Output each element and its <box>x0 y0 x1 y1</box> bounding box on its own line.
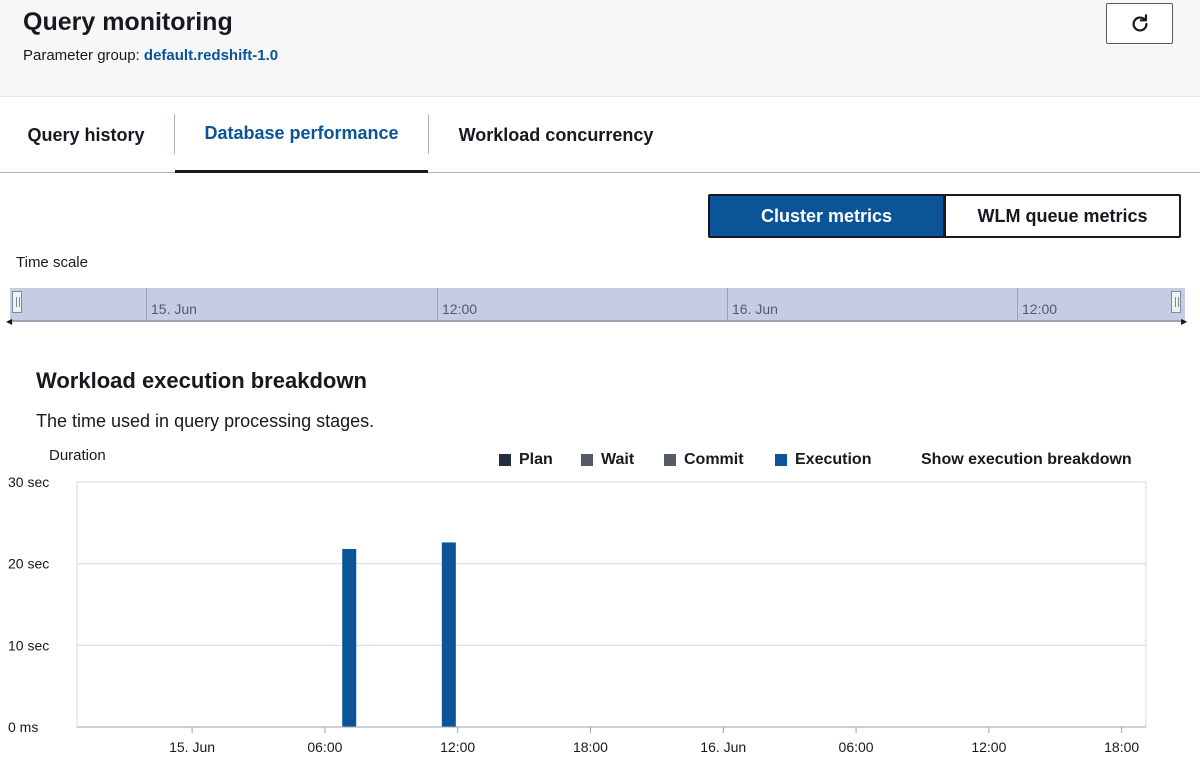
parameter-group: Parameter group: default.redshift-1.0 <box>23 47 278 64</box>
tab-separator <box>428 114 429 154</box>
legend-swatch <box>664 454 676 466</box>
tab-bar: Query history Database performance Workl… <box>0 97 1200 173</box>
legend-label: Wait <box>601 451 635 468</box>
navigator-gridline <box>1017 288 1018 320</box>
legend-label: Commit <box>684 451 744 468</box>
refresh-button[interactable] <box>1106 3 1173 44</box>
show-execution-breakdown-toggle[interactable]: Show execution breakdown <box>921 451 1132 469</box>
scroll-right-arrow-icon[interactable]: ▶ <box>1181 317 1187 326</box>
legend-swatch <box>499 454 511 466</box>
navigator-label: 12:00 <box>1022 301 1058 317</box>
navigator-left-handle[interactable] <box>12 291 22 313</box>
legend-label: Execution <box>795 451 872 468</box>
x-tick-label: 12:00 <box>971 739 1006 755</box>
tab-query-history[interactable]: Query history <box>0 97 172 173</box>
y-axis-title: Duration <box>49 447 106 464</box>
section-description: The time used in query processing stages… <box>36 411 375 431</box>
plot-frame <box>76 481 1147 728</box>
x-tick-label: 06:00 <box>839 739 874 755</box>
legend-item-commit[interactable]: Commit <box>664 451 744 469</box>
navigator-label: 12:00 <box>442 301 478 317</box>
legend-swatch <box>581 454 593 466</box>
y-tick-label: 20 sec <box>8 556 49 572</box>
time-scale-label: Time scale <box>16 254 88 271</box>
workload-chart: 30 sec 20 sec 10 sec 0 ms 15. Jun 06:00 12:00 1… <box>8 474 1147 755</box>
refresh-icon <box>1132 13 1148 32</box>
x-tick-label: 18:00 <box>1104 739 1139 755</box>
legend-item-execution[interactable]: Execution <box>775 451 871 469</box>
section-title: Workload execution breakdown <box>36 368 367 393</box>
page-title: Query monitoring <box>23 8 233 36</box>
y-tick-label: 10 sec <box>8 637 49 653</box>
legend-item-wait[interactable]: Wait <box>581 451 634 469</box>
parameter-group-label: Parameter group: <box>23 47 144 64</box>
execution-bar <box>441 542 456 727</box>
y-tick-label: 0 ms <box>8 719 38 735</box>
execution-bar <box>342 548 357 727</box>
scroll-left-arrow-icon[interactable]: ◀ <box>6 317 12 326</box>
legend-swatch <box>775 454 787 466</box>
legend-label: Plan <box>519 451 553 468</box>
x-tick-label: 06:00 <box>307 739 342 755</box>
x-tick-label: 16. Jun <box>700 739 746 755</box>
y-tick-label: 30 sec <box>8 474 49 490</box>
time-scale-navigator[interactable]: 15. Jun 12:00 16. Jun 12:00 <box>10 288 1185 322</box>
navigator-label: 16. Jun <box>732 301 778 317</box>
x-tick-label: 15. Jun <box>169 739 215 755</box>
navigator-label: 15. Jun <box>151 301 197 317</box>
x-tick-label: 12:00 <box>440 739 475 755</box>
page-header: Query monitoring Parameter group: defaul… <box>0 0 1200 97</box>
navigator-gridline <box>146 288 147 320</box>
x-tick-label: 18:00 <box>573 739 608 755</box>
tab-database-performance[interactable]: Database performance <box>175 97 428 173</box>
navigator-gridline <box>727 288 728 320</box>
parameter-group-link[interactable]: default.redshift-1.0 <box>144 47 278 64</box>
legend-item-plan[interactable]: Plan <box>499 451 553 469</box>
wlm-queue-metrics-button[interactable]: WLM queue metrics <box>944 194 1181 238</box>
cluster-metrics-button[interactable]: Cluster metrics <box>708 194 945 238</box>
tab-workload-concurrency[interactable]: Workload concurrency <box>430 97 682 173</box>
navigator-gridline <box>437 288 438 320</box>
navigator-right-handle[interactable] <box>1171 291 1181 313</box>
